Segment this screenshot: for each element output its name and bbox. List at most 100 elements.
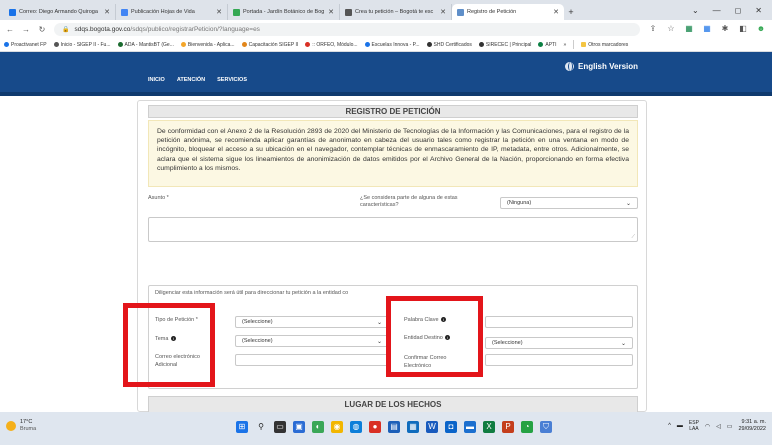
battery-icon[interactable]: ▭ <box>727 423 733 430</box>
store-icon[interactable]: ▦ <box>407 421 419 433</box>
volume-icon[interactable]: ◁ <box>716 423 721 430</box>
chevron-down-icon: ⌄ <box>625 200 631 207</box>
edge-icon[interactable]: ◍ <box>350 421 362 433</box>
taskbar: 17°C Bruma ⊞ ⚲ ▭ ▣ ◐ ◉ ◍ ● ▤ ▦ W ◘ ▬ X P … <box>0 412 772 445</box>
highlight-box-right <box>386 296 483 377</box>
chat-icon[interactable]: ▣ <box>293 421 305 433</box>
bookmark-item[interactable]: Proactivanet FP <box>4 42 47 48</box>
tema-select[interactable]: (Seleccione) ⌄ <box>235 335 389 347</box>
star-icon[interactable]: ☆ <box>666 24 676 34</box>
bookmark-item[interactable]: APTI <box>538 42 557 48</box>
bookmark-label: SIRECEC | Principal <box>485 41 532 48</box>
reload-icon[interactable]: ↻ <box>38 25 46 34</box>
minimize-icon[interactable]: — <box>713 6 721 15</box>
asunto-textarea[interactable]: ⟋ <box>148 217 638 242</box>
start-icon[interactable]: ⊞ <box>236 421 248 433</box>
chrome-icon[interactable]: ◉ <box>331 421 343 433</box>
outlook-icon[interactable]: ◘ <box>445 421 457 433</box>
site-menu-item[interactable]: INICIO <box>148 77 165 83</box>
tab-favicon-icon <box>121 8 128 16</box>
back-icon[interactable]: ← <box>6 25 14 34</box>
bookmark-item[interactable]: Escuelas Innova - P... <box>364 41 420 48</box>
extension-green-icon[interactable]: ▦ <box>684 24 694 34</box>
close-tab-icon[interactable]: ✕ <box>553 8 559 16</box>
confirmar-correo-input[interactable] <box>485 354 633 366</box>
chrome-alt-icon[interactable]: ◐ <box>312 421 324 433</box>
tipo-peticion-value: (Seleccione) <box>242 319 273 325</box>
site-menu-item[interactable]: ATENCIÓN <box>177 77 205 83</box>
forward-icon[interactable]: → <box>22 25 30 34</box>
extension-blue-icon[interactable]: ▦ <box>702 24 712 34</box>
browser-tab[interactable]: Portada - Jardín Botánico de Bog ✕ <box>228 4 340 20</box>
resize-grip-icon: ⟋ <box>631 234 635 240</box>
weather-condition: Bruma <box>20 426 37 432</box>
bookmark-item[interactable]: SHD Certificados <box>426 42 472 48</box>
tipo-peticion-select[interactable]: (Seleccione) ⌄ <box>235 316 389 328</box>
entidad-destino-select[interactable]: (Seleccione) ⌄ <box>485 337 633 349</box>
browser-tab[interactable]: Registro de Petición ✕ <box>452 4 564 20</box>
close-tab-icon[interactable]: ✕ <box>104 8 110 16</box>
bookmark-label: Capacitación SIGEP II <box>248 41 299 48</box>
tab-search-icon[interactable]: ⌄ <box>692 6 699 15</box>
browser-tab[interactable]: Correo: Diego Armando Quiroga ✕ <box>4 4 116 20</box>
share-icon[interactable]: ⇪ <box>648 24 658 34</box>
language-indicator[interactable]: ESP LAA <box>689 420 699 432</box>
other-bookmarks[interactable]: Otros marcadores <box>581 42 628 48</box>
bookmark-item[interactable]: ADA - MantisBT (Ge... <box>117 42 174 48</box>
chevron-up-icon[interactable]: ^ <box>668 423 671 429</box>
bookmarks-bar: Proactivanet FP Inicio - SIGEP II - Fu...… <box>0 38 772 52</box>
url-domain: sdqs.bogota.gov.co <box>74 25 131 33</box>
tray-app-icon[interactable]: ▬ <box>677 423 683 429</box>
app-red-icon[interactable]: ● <box>369 421 381 433</box>
bookmark-item[interactable]: :: ORFEO, Módulo... <box>305 42 358 48</box>
whatsapp-icon[interactable]: ◔ <box>521 421 533 433</box>
palabra-clave-input[interactable] <box>485 316 633 328</box>
close-window-icon[interactable]: ✕ <box>755 6 762 15</box>
sidepanel-icon[interactable]: ◧ <box>738 24 748 34</box>
search-icon[interactable]: ⚲ <box>255 421 267 433</box>
wifi-icon[interactable]: ◠ <box>705 423 710 430</box>
tab-favicon-icon <box>9 8 16 16</box>
close-tab-icon[interactable]: ✕ <box>440 8 446 16</box>
browser-tab[interactable]: Crea tu petición – Bogotá te esc ✕ <box>340 4 452 20</box>
clock[interactable]: 9:31 a. m. 29/09/2022 <box>738 419 766 433</box>
profile-avatar-icon[interactable]: ☻ <box>756 24 766 34</box>
bookmark-item[interactable]: SIRECEC | Principal <box>478 41 532 48</box>
folder-icon <box>581 42 587 47</box>
powerpoint-icon[interactable]: P <box>502 421 514 433</box>
english-version-link[interactable]: English Version <box>565 62 638 71</box>
bookmark-item[interactable]: Inicio - SIGEP II - Fu... <box>53 41 111 48</box>
form-title: REGISTRO DE PETICIÓN <box>148 105 638 118</box>
poblacion-select[interactable]: (Ninguna) ⌄ <box>500 197 638 209</box>
tab-title: Portada - Jardín Botánico de Bog <box>243 9 325 15</box>
bookmark-item[interactable]: Bienvenida - Aplica... <box>180 42 235 48</box>
new-tab-button[interactable]: + <box>564 4 578 20</box>
excel-icon[interactable]: X <box>483 421 495 433</box>
file-explorer-icon[interactable]: ▤ <box>388 421 400 433</box>
bookmark-label: Escuelas Innova - P... <box>371 41 420 48</box>
system-tray: ^ ▬ ESP LAA ◠ ◁ ▭ 9:31 a. m. 29/09/2022 <box>668 419 766 433</box>
site-menu-item[interactable]: SERVICIOS <box>217 77 247 83</box>
task-view-icon[interactable]: ▭ <box>274 421 286 433</box>
puzzle-icon[interactable]: ✱ <box>720 24 730 34</box>
word-icon[interactable]: W <box>426 421 438 433</box>
highlight-box-left <box>123 303 215 387</box>
bookmark-item[interactable]: Capacitación SIGEP II <box>241 41 299 48</box>
bookmark-favicon-icon <box>478 42 484 47</box>
browser-tab-bar: Correo: Diego Armando Quiroga ✕ Publicació… <box>0 0 772 20</box>
weather-widget[interactable]: 17°C Bruma <box>6 419 36 433</box>
teams-icon[interactable]: ▬ <box>464 421 476 433</box>
close-tab-icon[interactable]: ✕ <box>216 8 222 16</box>
maximize-icon[interactable]: ◻ <box>735 6 742 15</box>
poblacion-value: (Ninguna) <box>507 200 532 206</box>
browser-tab[interactable]: Publicación Hojas de Vida ✕ <box>116 4 228 20</box>
url-field[interactable]: 🔒 sdqs.bogota.gov.co/sdqs/publico/regist… <box>54 22 640 36</box>
bookmark-label: Inicio - SIGEP II - Fu... <box>60 41 111 48</box>
bookmark-divider <box>573 40 575 49</box>
bookmarks-more-button[interactable]: » <box>564 42 567 48</box>
site-menu: INICIO ATENCIÓN SERVICIOS <box>148 77 247 83</box>
correo-adicional-input[interactable] <box>235 354 389 366</box>
site-header: INICIO ATENCIÓN SERVICIOS English Version <box>0 52 772 96</box>
close-tab-icon[interactable]: ✕ <box>328 8 334 16</box>
shield-icon[interactable]: ⛉ <box>540 421 552 433</box>
